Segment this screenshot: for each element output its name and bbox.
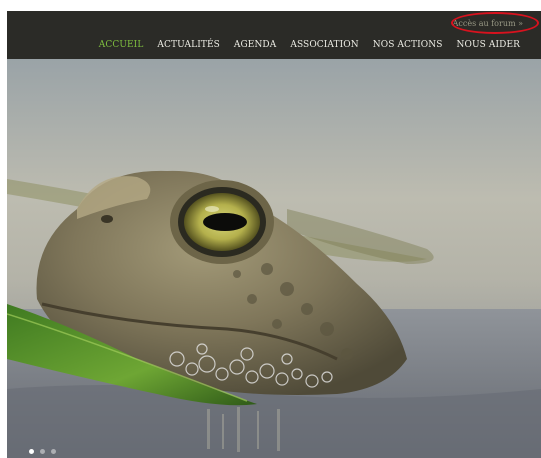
nav-item-nous-aider[interactable]: NOUS AIDER xyxy=(450,40,527,50)
nav-item-association[interactable]: ASSOCIATION xyxy=(283,40,365,50)
toad-photo xyxy=(7,59,541,458)
nav-item-nos-actions[interactable]: NOS ACTIONS xyxy=(366,40,450,50)
slider-dot-3[interactable] xyxy=(51,449,56,454)
site-header: Accès au forum » ACCUEIL ACTUALITÉS AGEN… xyxy=(7,11,541,59)
nav-item-actualites[interactable]: ACTUALITÉS xyxy=(150,40,226,50)
forum-link-highlight-circle xyxy=(451,12,539,34)
slider-dot-1[interactable] xyxy=(29,449,34,454)
slider-dots xyxy=(29,449,56,454)
nav-item-accueil[interactable]: ACCUEIL xyxy=(92,40,151,50)
slider-dot-2[interactable] xyxy=(40,449,45,454)
page: Accès au forum » ACCUEIL ACTUALITÉS AGEN… xyxy=(0,0,541,458)
main-nav: ACCUEIL ACTUALITÉS AGENDA ASSOCIATION NO… xyxy=(92,40,527,50)
nav-item-agenda[interactable]: AGENDA xyxy=(227,40,283,50)
hero-slider[interactable] xyxy=(7,59,541,458)
